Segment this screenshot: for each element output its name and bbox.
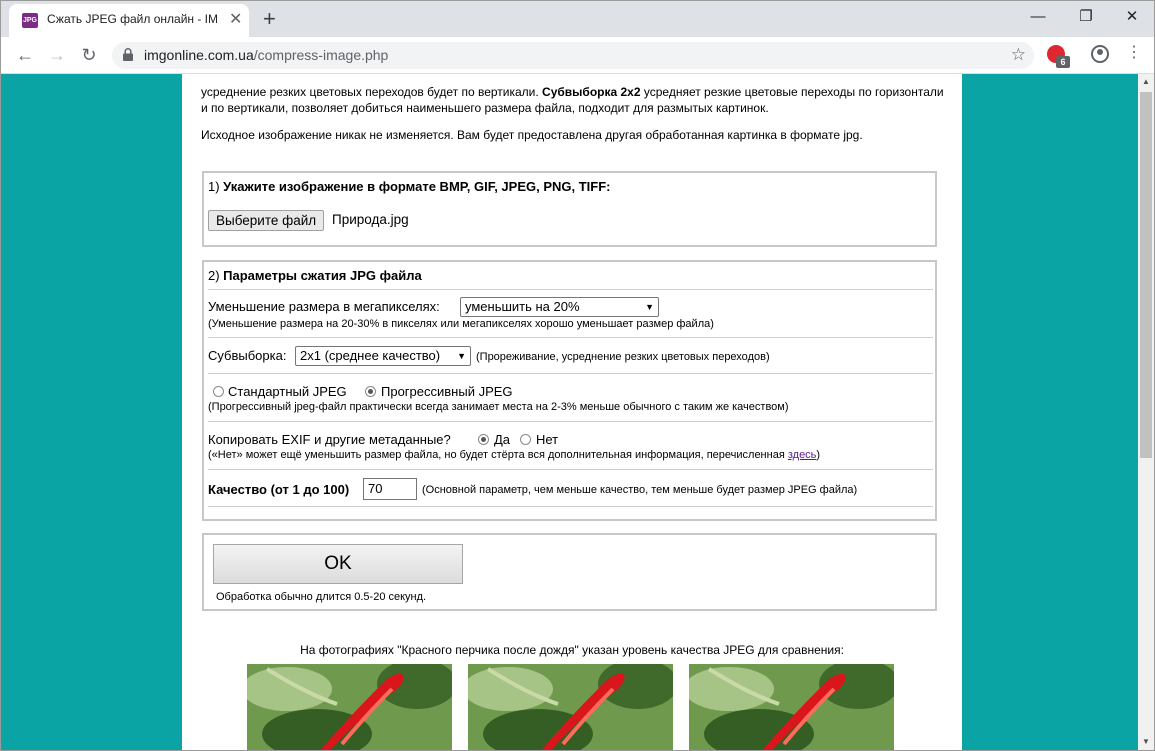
processing-time-note: Обработка обычно длится 0.5-20 секунд. (216, 591, 427, 603)
progressive-jpeg-radio[interactable] (365, 386, 376, 397)
bookmark-star-icon[interactable]: ☆ (1011, 45, 1026, 65)
upload-section: 1) Укажите изображение в формате BMP, GI… (202, 171, 937, 247)
scrollbar-thumb[interactable] (1140, 92, 1152, 458)
selected-file-name: Природа.jpg (332, 212, 409, 227)
intro-paragraph-2: Исходное изображение никак не изменяется… (201, 128, 863, 142)
tab-strip: JPG Сжать JPEG файл онлайн - IMG ✕ + — ❐… (1, 1, 1154, 37)
tab-close-icon[interactable]: ✕ (229, 11, 242, 29)
pepper-photo-2 (468, 664, 673, 750)
quality-note: (Основной параметр, чем меньше качество,… (422, 484, 858, 496)
photos-caption: На фотографиях "Красного перчика после д… (300, 643, 844, 657)
progressive-jpeg-label: Прогрессивный JPEG (381, 384, 513, 399)
favicon-icon: JPG (22, 13, 38, 28)
intro-bold: Субвыборка 2x2 (542, 85, 641, 99)
section2-number: 2) (208, 268, 224, 283)
extension-badge: 6 (1056, 56, 1070, 68)
browser-window: JPG Сжать JPEG файл онлайн - IMG ✕ + — ❐… (0, 0, 1155, 751)
resize-note: (Уменьшение размера на 20-30% в пикселях… (208, 318, 714, 330)
page-content: усреднение резких цветовых переходов буд… (182, 74, 962, 750)
divider (208, 337, 933, 338)
pepper-image-3 (689, 664, 894, 750)
scroll-down-icon[interactable]: ▼ (1138, 734, 1154, 750)
exif-yes-radio[interactable] (478, 434, 489, 445)
ok-button[interactable]: OK (213, 544, 463, 584)
url-text: imgonline.com.ua/compress-image.php (144, 47, 388, 63)
standard-jpeg-label: Стандартный JPEG (228, 384, 347, 399)
pepper-photo-1 (247, 664, 452, 750)
exif-label: Копировать EXIF и другие метаданные? (208, 432, 451, 447)
section1-number: 1) (208, 179, 224, 194)
restore-icon[interactable]: ❐ (1063, 5, 1109, 29)
pepper-image-2 (468, 664, 673, 750)
exif-note-end: ) (816, 449, 821, 461)
compression-params-section: 2) Параметры сжатия JPG файла Уменьшение… (202, 260, 937, 521)
divider (208, 469, 933, 470)
quality-input[interactable]: 70 (363, 478, 417, 500)
choose-file-button[interactable]: Выберите файл (208, 210, 325, 231)
resize-select[interactable]: уменьшить на 20% ▼ (460, 297, 659, 317)
new-tab-icon[interactable]: + (263, 6, 276, 32)
url-path: /compress-image.php (253, 47, 389, 63)
pepper-image-1 (247, 664, 452, 750)
account-icon[interactable] (1091, 45, 1109, 63)
exif-no-label: Нет (536, 432, 559, 447)
subsampling-select[interactable]: 2x1 (среднее качество) ▼ (295, 346, 471, 366)
browser-toolbar: ← → ↻ imgonline.com.ua/compress-image.ph… (1, 37, 1154, 74)
standard-jpeg-radio[interactable] (213, 386, 224, 397)
subsampling-note: (Прореживание, усреднение резких цветовы… (476, 351, 770, 363)
intro-paragraph: усреднение резких цветовых переходов буд… (201, 84, 946, 116)
resize-select-value: уменьшить на 20% (465, 299, 580, 314)
divider (208, 373, 933, 374)
page-viewport: усреднение резких цветовых переходов буд… (1, 74, 1138, 750)
scroll-up-icon[interactable]: ▲ (1138, 74, 1154, 90)
section2-heading: 2) Параметры сжатия JPG файла (208, 268, 422, 283)
divider (208, 506, 933, 507)
url-domain: imgonline.com.ua (144, 47, 254, 63)
section1-heading: 1) Укажите изображение в формате BMP, GI… (208, 179, 611, 194)
divider (208, 421, 933, 422)
reload-icon[interactable]: ↻ (76, 43, 102, 67)
submit-section: OK Обработка обычно длится 0.5-20 секунд… (202, 533, 937, 611)
dropdown-arrow-icon: ▼ (457, 351, 466, 361)
exif-note: («Нет» может ещё уменьшить размер файла,… (208, 449, 820, 461)
address-bar[interactable]: imgonline.com.ua/compress-image.php ☆ (112, 42, 1034, 69)
browser-tab[interactable]: JPG Сжать JPEG файл онлайн - IMG ✕ (9, 4, 249, 37)
exif-note-text: («Нет» может ещё уменьшить размер файла,… (208, 449, 788, 461)
pepper-photo-3 (689, 664, 894, 750)
intro-text-1: усреднение резких цветовых переходов буд… (201, 85, 543, 99)
tab-title: Сжать JPEG файл онлайн - IMG (47, 12, 217, 26)
dropdown-arrow-icon: ▼ (645, 302, 654, 312)
window-close-icon[interactable]: ✕ (1109, 5, 1154, 29)
exif-details-link[interactable]: здесь (788, 449, 817, 461)
exif-yes-label: Да (494, 432, 511, 447)
lock-icon (123, 48, 133, 61)
subsampling-select-value: 2x1 (среднее качество) (300, 348, 441, 363)
quality-label: Качество (от 1 до 100) (208, 482, 350, 497)
menu-kebab-icon[interactable]: ⋮ (1126, 43, 1142, 63)
exif-no-radio[interactable] (520, 434, 531, 445)
subsampling-label: Субвыборка: (208, 348, 287, 363)
resize-label: Уменьшение размера в мегапикселях: (208, 299, 440, 314)
section1-title: Укажите изображение в формате BMP, GIF, … (223, 179, 611, 194)
vertical-scrollbar[interactable]: ▲ ▼ (1138, 74, 1154, 750)
forward-icon[interactable]: → (44, 43, 70, 67)
section2-title: Параметры сжатия JPG файла (223, 268, 422, 283)
jpeg-mode-note: (Прогрессивный jpeg-файл практически все… (208, 401, 789, 413)
back-icon[interactable]: ← (12, 43, 38, 67)
minimize-icon[interactable]: — (1015, 5, 1061, 29)
divider (208, 289, 933, 290)
